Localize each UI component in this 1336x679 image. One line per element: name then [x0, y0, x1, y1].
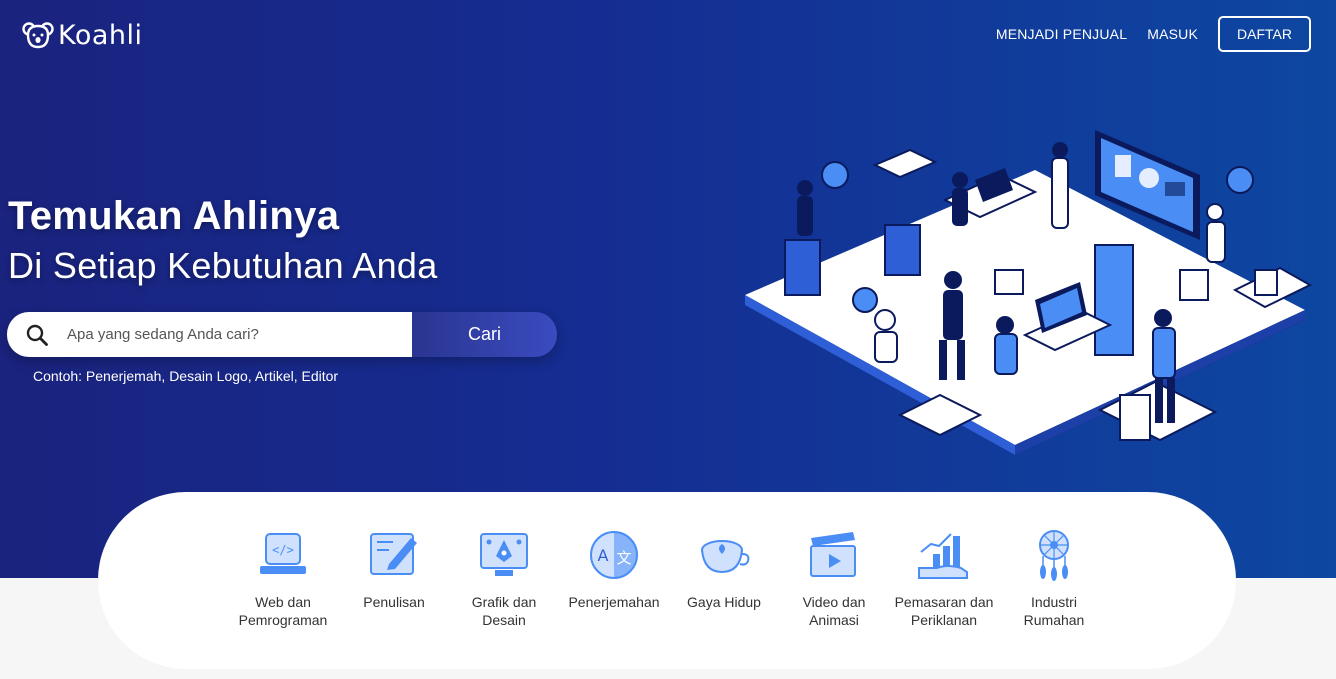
translate-icon: A 文	[590, 531, 638, 579]
search-input[interactable]	[67, 326, 397, 343]
category-label-line1: Pemasaran dan	[894, 594, 994, 610]
category-label-line1: Video dan	[802, 594, 866, 610]
code-laptop-icon: </>	[260, 533, 306, 574]
search-examples: Contoh: Penerjemah, Desain Logo, Artikel…	[33, 368, 339, 384]
category-translation[interactable]: A 文 Penerjemahan	[559, 528, 669, 611]
pencil-paper-icon	[370, 533, 417, 575]
category-label-line2: Pemrograman	[238, 612, 328, 628]
hero-subtitle: Di Setiap Kebutuhan Anda	[8, 245, 438, 286]
coffee-cup-icon	[701, 540, 750, 574]
top-nav: MENJADI PENJUAL MASUK DAFTAR	[996, 16, 1311, 52]
search-box	[7, 312, 412, 357]
video-clapper-icon	[810, 532, 856, 577]
svg-text:</>: </>	[272, 543, 294, 557]
category-label-line2: Desain	[482, 612, 526, 628]
register-button[interactable]: DAFTAR	[1218, 16, 1311, 52]
growth-chart-hand-icon	[918, 533, 968, 579]
category-label-line1: Web dan	[255, 594, 311, 610]
category-label-line1: Grafik dan	[471, 594, 537, 610]
category-label-line1: Industri	[1031, 594, 1077, 610]
category-label-line1: Gaya Hidup	[687, 594, 761, 610]
category-label-line1: Penulisan	[363, 594, 425, 610]
category-label-line2: Animasi	[809, 612, 859, 628]
category-label-line2: Periklanan	[910, 612, 978, 628]
category-marketing-advertising[interactable]: Pemasaran dan Periklanan	[889, 528, 999, 629]
category-lifestyle[interactable]: Gaya Hidup	[669, 528, 779, 611]
koala-logo-icon	[22, 21, 54, 48]
category-video-animation[interactable]: Video dan Animasi	[779, 528, 889, 629]
office-illustration	[745, 130, 1313, 455]
category-writing[interactable]: Penulisan	[339, 528, 449, 611]
search-button[interactable]: Cari	[412, 312, 557, 357]
pen-tool-monitor-icon	[480, 533, 528, 576]
brand-name: Koahli	[58, 20, 143, 51]
category-card: </> Web dan Pemrograman Penulisan Grafik …	[98, 492, 1236, 669]
category-graphics-design[interactable]: Grafik dan Desain	[449, 528, 559, 629]
category-home-industry[interactable]: Industri Rumahan	[999, 528, 1109, 629]
svg-text:文: 文	[616, 549, 631, 567]
category-label-line1: Penerjemahan	[568, 594, 660, 610]
hero-title: Temukan Ahlinya	[8, 194, 340, 238]
search-bar: Cari	[7, 312, 557, 357]
svg-text:A: A	[598, 546, 609, 565]
login-link[interactable]: MASUK	[1147, 26, 1198, 42]
dreamcatcher-icon	[1039, 530, 1069, 581]
brand-logo[interactable]: Koahli	[22, 20, 143, 51]
category-label-line2: Rumahan	[1023, 612, 1085, 628]
become-seller-link[interactable]: MENJADI PENJUAL	[996, 26, 1127, 42]
category-web-programming[interactable]: </> Web dan Pemrograman	[228, 528, 338, 629]
search-icon	[26, 324, 48, 346]
hero-headline: Temukan Ahlinya Di Setiap Kebutuhan Anda	[8, 194, 438, 287]
